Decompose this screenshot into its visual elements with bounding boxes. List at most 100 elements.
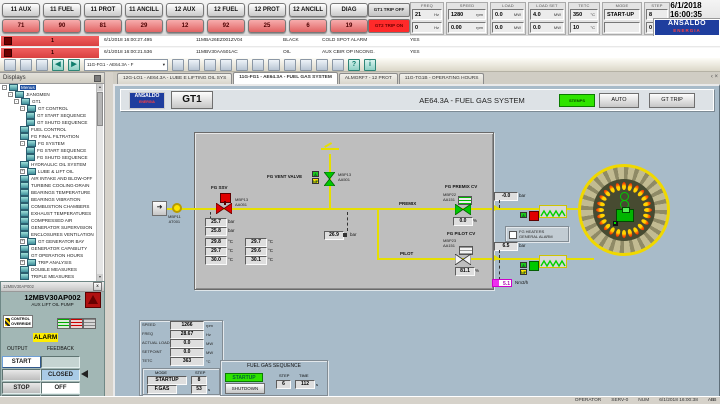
sequence-startup-button[interactable]: STARTUP (225, 373, 263, 382)
close-icon[interactable]: x (93, 282, 102, 291)
export-icon[interactable] (284, 59, 296, 71)
sidebar-item-turbine-cooling-drain[interactable]: TURBINE COOLING-DRAIN (0, 182, 104, 189)
premix-cv-valve-icon[interactable] (455, 204, 471, 215)
database-settings-icon[interactable] (268, 59, 280, 71)
stop-button[interactable]: STOP (2, 382, 41, 394)
collapse-icon[interactable]: - (14, 99, 19, 104)
group-count-button[interactable]: 6 (289, 19, 327, 33)
sidebar-item-hydraulic-oil-system[interactable]: HYDRAULIC OIL SYSTEM (0, 161, 104, 168)
sidebar-item-gt-shutd-sequence[interactable]: GT SHUTD SEQUENCE (0, 119, 104, 126)
nav-arrow-button[interactable]: ➜ (152, 201, 167, 216)
database-icon[interactable] (252, 59, 264, 71)
about-icon[interactable]: i (364, 59, 376, 71)
sidebar-item-generator-capability[interactable]: GENERATOR CAPABILITY (0, 245, 104, 252)
pen-icon[interactable] (172, 59, 184, 71)
group-count-button[interactable]: 25 (248, 19, 286, 33)
inlet-transmitter-icon[interactable] (172, 203, 182, 213)
forward-icon[interactable]: ▶ (68, 59, 80, 71)
expand-icon[interactable]: + (20, 239, 25, 244)
display-combo[interactable]: 11G-FG1 - AE64.3A - F▾ (84, 59, 168, 71)
group-button-11-aux[interactable]: 11 AUX (2, 3, 40, 17)
sidebar-item-gt1[interactable]: -GT1 (0, 98, 104, 105)
mid-output-box[interactable] (2, 369, 41, 381)
group-button-12-fuel[interactable]: 12 FUEL (207, 3, 245, 17)
group-count-button[interactable]: 90 (43, 19, 81, 33)
new-display-icon[interactable] (4, 59, 16, 71)
collapse-icon[interactable]: - (20, 141, 25, 146)
control-override-button[interactable]: CONTROL OVERRIDE (3, 315, 33, 328)
sidebar-item-gt-control[interactable]: -GT CONTROL (0, 105, 104, 112)
sidebar-item-fg-final-filtration[interactable]: FG FINAL FILTRATION (0, 133, 104, 140)
sidebar-item-compressed-air[interactable]: COMPRESSED AIR (0, 217, 104, 224)
print-icon[interactable] (20, 59, 32, 71)
back-icon[interactable]: ◀ (52, 59, 64, 71)
collapse-icon[interactable]: - (2, 85, 7, 90)
gt2-trip-button[interactable]: GT2 TRIP ON (368, 19, 410, 33)
status-green-button[interactable]: STENPS (559, 94, 595, 107)
tab-1[interactable]: 12G-LO1 - AE64.3A - LUBE E LIFTING OIL S… (117, 73, 232, 84)
tree-scrollbar[interactable]: ▲ ▼ (96, 84, 103, 281)
report-icon[interactable] (300, 59, 312, 71)
sidebar-item-fg-start-sequence[interactable]: FG START SEQUENCE (0, 147, 104, 154)
gt1-button[interactable]: GT1 (171, 91, 213, 109)
sidebar-item-bearings-temperature[interactable]: BEARINGS TEMPERATURE (0, 189, 104, 196)
pilot-cv-valve-icon[interactable] (455, 254, 471, 265)
gt-trip-button[interactable]: GT TRIP (649, 93, 695, 108)
tools-icon[interactable] (332, 59, 344, 71)
group-button-12-aux[interactable]: 12 AUX (166, 3, 204, 17)
sidebar-item-menus[interactable]: -Menus (0, 84, 104, 91)
group-count-button[interactable]: 29 (125, 19, 163, 33)
group-count-button[interactable]: 71 (2, 19, 40, 33)
scroll-up-icon[interactable]: ▲ (97, 84, 103, 91)
red-list-button[interactable] (70, 318, 83, 329)
ssv-valve-icon[interactable] (216, 203, 232, 214)
group-button-diag[interactable]: DIAG (330, 3, 368, 17)
green-list-button[interactable] (57, 318, 70, 329)
sidebar-item-gt-generator-bay[interactable]: +GT GENERATOR BAY (0, 238, 104, 245)
sidebar-item-enclosures-ventilation[interactable]: ENCLOSURES VENTILATION (0, 231, 104, 238)
sidebar-item-fg-system[interactable]: -FG SYSTEM (0, 140, 104, 147)
sidebar-item-lube-lift-oil[interactable]: +LUBE & LIFT OIL (0, 168, 104, 175)
sidebar-item-air-intake-and-blow-off[interactable]: AIR INTAKE AND BLOW-OFF (0, 175, 104, 182)
gray-list-button[interactable] (83, 318, 96, 329)
sidebar-item-gt-operation-hours[interactable]: GT OPERATION HOURS (0, 252, 104, 259)
group-button-11-fuel[interactable]: 11 FUEL (43, 3, 81, 17)
trend-group-icon[interactable] (236, 59, 248, 71)
copy-icon[interactable] (36, 59, 48, 71)
start-button[interactable]: START (2, 356, 41, 368)
vent-valve-icon[interactable] (324, 172, 335, 186)
collapse-icon[interactable]: - (8, 92, 13, 97)
group-button-11-prot[interactable]: 11 PROT (84, 3, 122, 17)
tab-4[interactable]: 11G-TG1B - OPERATING HOURS (399, 73, 485, 84)
page-icon[interactable] (204, 59, 216, 71)
tab-scroll-controls[interactable]: ‹ × (711, 74, 718, 80)
sidebar-item-exhaust-temperatures[interactable]: EXHAUST TEMPERATURES (0, 210, 104, 217)
gt1-trip-button[interactable]: GT1 TRIP OFF (368, 3, 410, 17)
note-icon[interactable] (188, 59, 200, 71)
group-button-12-prot[interactable]: 12 PROT (248, 3, 286, 17)
faceplate-titlebar[interactable]: 12MBV30AP002 x (1, 282, 104, 292)
scroll-down-icon[interactable]: ▼ (97, 274, 103, 281)
group-count-button[interactable]: 19 (330, 19, 368, 33)
sidebar-item-fuel-control[interactable]: FUEL CONTROL (0, 126, 104, 133)
sidebar-item-jiangmen[interactable]: -JIANGMEN (0, 91, 104, 98)
sidebar-item-double-measures[interactable]: DOUBLE MEASURES (0, 266, 104, 273)
auto-button[interactable]: AUTO (599, 93, 639, 108)
sidebar-item-gt-start-sequence[interactable]: GT START SEQUENCE (0, 112, 104, 119)
users-icon[interactable] (316, 59, 328, 71)
trend-icon[interactable] (220, 59, 232, 71)
sidebar-item-generator-supervision[interactable]: GENERATOR SUPERVISION (0, 224, 104, 231)
tab-2[interactable]: 11G-FG1 - AE64.3A - FUEL GAS SYSTEM (233, 72, 338, 84)
sidebar-item-fg-shutd-sequence[interactable]: FG SHUTD SEQUENCE (0, 154, 104, 161)
expand-icon[interactable]: + (20, 260, 25, 265)
pin-icon[interactable] (94, 75, 101, 82)
scrollbar-thumb[interactable] (97, 92, 103, 126)
group-button-11-ancill[interactable]: 11 ANCILL (125, 3, 163, 17)
group-count-button[interactable]: 81 (84, 19, 122, 33)
sidebar-item-triple-measures[interactable]: TRIPLE MEASURES (0, 273, 104, 280)
alarm-row[interactable]: 16/1/2018 16:00:27.49511MBA26EZ001ZV04BL… (0, 36, 720, 47)
help-icon[interactable]: ? (348, 59, 360, 71)
sidebar-item-bearings-vibration[interactable]: BEARINGS VIBRATION (0, 196, 104, 203)
tab-3[interactable]: ALMGRF7 - 12 PROT (339, 73, 398, 84)
heaters-alarm-checkbox[interactable] (509, 231, 517, 239)
